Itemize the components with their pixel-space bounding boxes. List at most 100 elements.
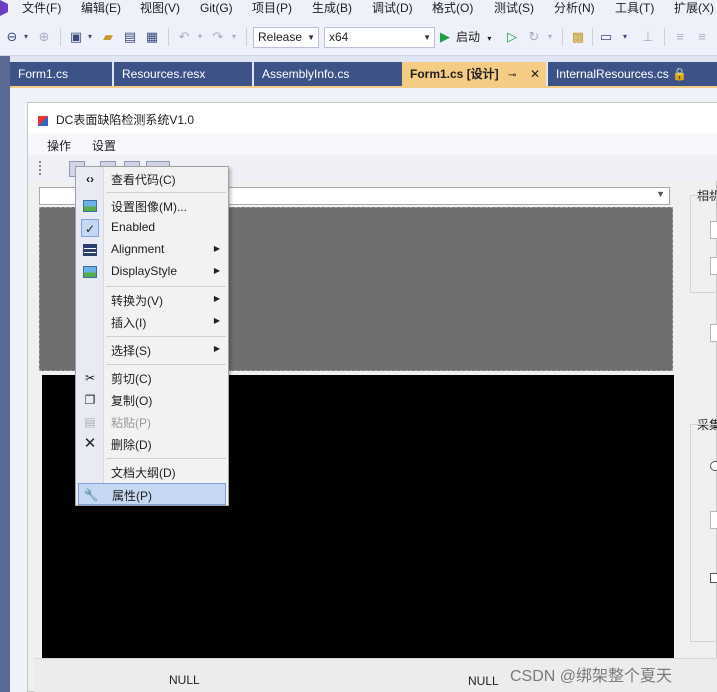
solution-explorer-icon[interactable]: ▩ [570,27,586,47]
cut-icon: ✂ [84,371,96,385]
platform-value: x64 [329,30,349,44]
side-toolwindow-strip[interactable] [0,56,10,692]
menu-file[interactable]: 文件(F) [22,0,61,18]
menu-project[interactable]: 项目(P) [252,0,292,18]
ctx-label: 选择(S) [111,344,151,358]
form-menu-strip[interactable]: 操作 设置 [28,133,717,155]
menu-extensions[interactable]: 扩展(X) [674,0,714,18]
ctx-convert-to[interactable]: 转换为(V) ▶ [78,289,226,311]
ctx-view-code[interactable]: ‹› 查看代码(C) [78,168,226,190]
toolbar-separator [60,28,61,46]
menu-debug[interactable]: 调试(D) [372,0,413,18]
align-icon[interactable]: ⊥ [640,27,656,47]
ctx-properties[interactable]: 🔧 属性(P) [78,483,226,505]
menu-analyze[interactable]: 分析(N) [554,0,595,18]
ctx-copy[interactable]: ❐ 复制(O) [78,389,226,411]
capture-field[interactable] [710,511,717,529]
ctx-document-outline[interactable]: 文档大纲(D) [78,461,226,483]
form-menu-operate[interactable]: 操作 [47,137,71,154]
capture-radio[interactable] [710,461,717,471]
menu-edit[interactable]: 编辑(E) [81,0,121,18]
new-project-icon[interactable]: ▣ [68,27,84,47]
ctx-alignment[interactable]: Alignment ▶ [78,239,226,261]
chevron-down-icon: ▼ [423,33,431,42]
align-right-icon[interactable]: ≡ [694,27,710,47]
pin-icon[interactable]: ⊸ [508,70,516,81]
toolbar-separator [664,28,665,46]
menu-git[interactable]: Git(G) [200,0,233,18]
start-without-debug-icon[interactable]: ▷ [504,27,520,47]
redo-icon[interactable]: ↷ [210,27,226,47]
ctx-display-style[interactable]: DisplayStyle ▶ [78,261,226,283]
context-menu: ‹› 查看代码(C) 设置图像(M)... ✓ Enabled Alignmen… [75,166,229,506]
capture-checkbox[interactable] [710,573,717,583]
window-layout-icon[interactable]: ▭ [598,27,614,47]
ctx-select[interactable]: 选择(S) ▶ [78,339,226,361]
layout-dropdown-icon[interactable]: ▾ [620,27,630,47]
undo-dropdown-icon[interactable]: ▾ [196,27,204,47]
document-tabs: Form1.cs Resources.resx AssemblyInfo.cs … [10,62,717,86]
camera-field[interactable] [710,324,717,342]
ctx-enabled[interactable]: ✓ Enabled [78,217,226,239]
save-icon[interactable]: ▤ [122,27,138,47]
ctx-insert[interactable]: 插入(I) ▶ [78,311,226,333]
menu-test[interactable]: 测试(S) [494,0,534,18]
tab-assemblyinfo-cs[interactable]: AssemblyInfo.cs [254,62,402,86]
back-icon[interactable]: ⊖ [4,27,20,47]
forward-icon[interactable]: ⊕ [36,27,52,47]
menu-view[interactable]: 视图(V) [140,0,180,18]
back-dropdown-icon[interactable]: ▾ [22,27,30,47]
open-icon[interactable]: ▰ [100,27,116,47]
ctx-delete[interactable]: ✕ 删除(D) [78,433,226,455]
status-label-left: NULL [169,673,200,687]
form-title: DC表面缺陷检测系统V1.0 [56,113,195,127]
ctx-label: 文档大纲(D) [111,466,176,480]
tab-label: AssemblyInfo.cs [262,67,350,81]
ctx-label: 插入(I) [111,316,147,330]
save-all-icon[interactable]: ▦ [144,27,160,47]
chevron-down-icon: ▼ [307,33,315,42]
wrench-icon: 🔧 [83,488,99,502]
tab-label: InternalResources.cs 🔒 [556,67,687,81]
paste-icon: ▤ [84,415,96,429]
form-menu-settings[interactable]: 设置 [92,137,116,154]
submenu-arrow-icon: ▶ [213,344,220,353]
start-debug-button[interactable]: ▶ 启动 ▾ [440,27,491,47]
ctx-label: 剪切(C) [111,372,152,386]
new-dropdown-icon[interactable]: ▾ [86,27,94,47]
ctx-label: 删除(D) [111,438,152,452]
ctx-cut[interactable]: ✂ 剪切(C) [78,367,226,389]
tool-strip-grip[interactable] [39,161,41,175]
tab-form1-designer[interactable]: Form1.cs [设计] ⊸ ✕ [402,62,546,86]
ctx-label: 属性(P) [112,489,152,503]
platform-select[interactable]: x64 ▼ [324,27,435,48]
submenu-arrow-icon: ▶ [213,316,220,325]
form-app-icon [38,116,48,126]
ctx-label: 设置图像(M)... [111,200,187,214]
undo-icon[interactable]: ↶ [176,27,192,47]
camera-field[interactable] [710,221,717,239]
tab-resources-resx[interactable]: Resources.resx [114,62,252,86]
ctx-paste[interactable]: ▤ 粘贴(P) [78,411,226,433]
close-icon[interactable]: ✕ [530,62,540,86]
menu-tools[interactable]: 工具(T) [615,0,654,18]
ctx-set-image[interactable]: 设置图像(M)... [78,195,226,217]
start-dropdown-icon: ▾ [487,34,492,43]
menu-build[interactable]: 生成(B) [312,0,352,18]
tab-form1-cs[interactable]: Form1.cs [10,62,112,86]
check-icon: ✓ [81,219,99,237]
menu-bar: 文件(F) 编辑(E) 视图(V) Git(G) 项目(P) 生成(B) 调试(… [0,0,717,18]
chevron-down-icon: ▼ [656,189,665,199]
configuration-select[interactable]: Release ▼ [253,27,319,48]
start-icon: ▶ [440,29,450,44]
hot-reload-dropdown-icon[interactable]: ▾ [546,27,554,47]
camera-group-box [690,195,717,293]
redo-dropdown-icon[interactable]: ▾ [230,27,238,47]
camera-field[interactable] [710,257,717,275]
tab-internalresources-cs[interactable]: InternalResources.cs 🔒 [548,62,717,86]
submenu-arrow-icon: ▶ [213,266,220,275]
hot-reload-icon[interactable]: ↻ [526,27,542,47]
form-title-bar: DC表面缺陷检测系统V1.0 [28,103,717,133]
menu-format[interactable]: 格式(O) [432,0,473,18]
align-left-icon[interactable]: ≡ [672,27,688,47]
